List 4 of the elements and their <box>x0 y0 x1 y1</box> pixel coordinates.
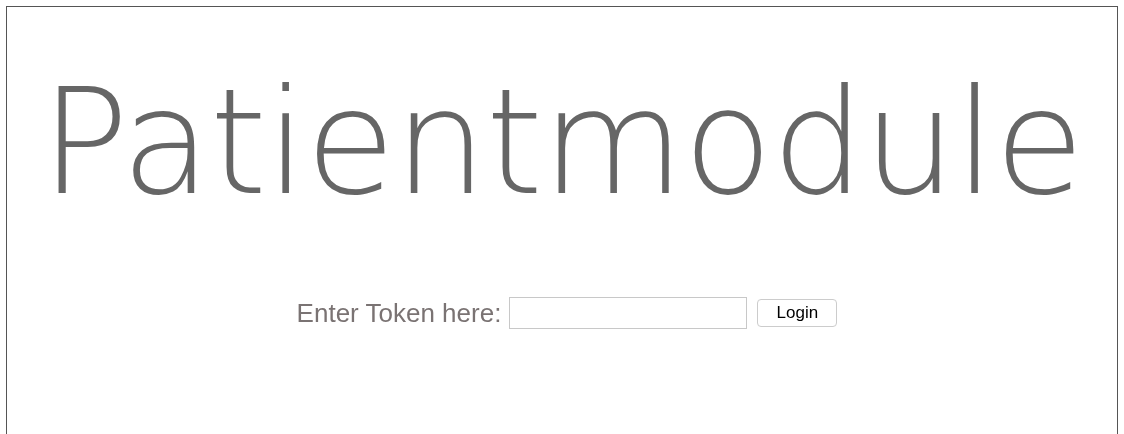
token-label: Enter Token here: <box>296 297 502 329</box>
login-button[interactable]: Login <box>757 299 838 327</box>
page-title: Patientmodule <box>39 69 1085 215</box>
token-field[interactable] <box>509 297 748 329</box>
